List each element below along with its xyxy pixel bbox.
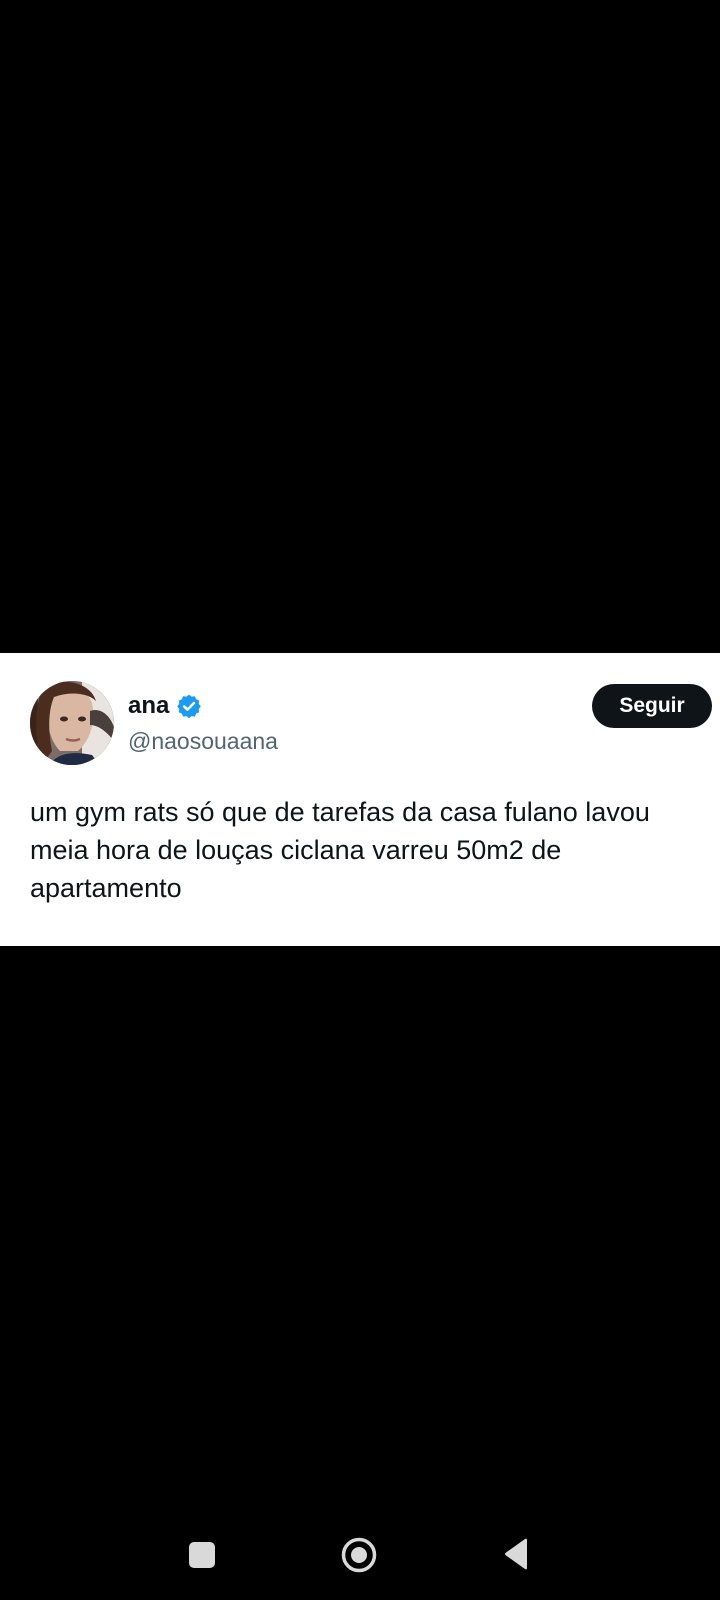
system-nav-bar [0, 1516, 720, 1600]
verified-badge-icon [176, 693, 202, 719]
tweet-card: ana @naosouaana Seguir um gym rats só qu… [0, 653, 720, 946]
display-name: ana [128, 692, 170, 719]
recents-icon[interactable] [189, 1542, 215, 1568]
tweet-text: um gym rats só que de tarefas da casa fu… [30, 797, 650, 903]
back-icon[interactable] [503, 1538, 529, 1570]
screen: ana @naosouaana Seguir um gym rats só qu… [0, 0, 720, 1600]
avatar-image [30, 681, 114, 765]
follow-button[interactable]: Seguir [592, 684, 712, 728]
display-name-row[interactable]: ana [128, 691, 202, 721]
user-handle[interactable]: @naosouaana [128, 726, 278, 756]
avatar[interactable] [30, 681, 114, 765]
home-icon[interactable] [341, 1537, 377, 1573]
